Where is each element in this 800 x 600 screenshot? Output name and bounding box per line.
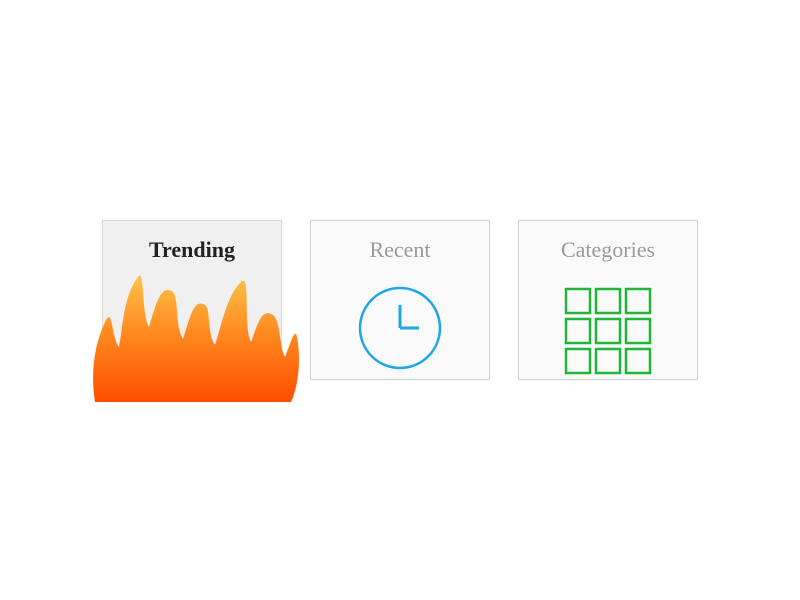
tile-trending[interactable]: Trending: [102, 220, 282, 380]
tile-recent[interactable]: Recent: [310, 220, 490, 380]
tile-categories[interactable]: Categories: [518, 220, 698, 380]
tile-recent-label: Recent: [369, 237, 430, 263]
grid-icon: [558, 281, 658, 386]
navigation-tiles: Trending Recent: [102, 220, 698, 380]
clock-icon: [355, 283, 445, 378]
tile-trending-label: Trending: [149, 237, 235, 263]
tile-categories-label: Categories: [561, 237, 655, 263]
